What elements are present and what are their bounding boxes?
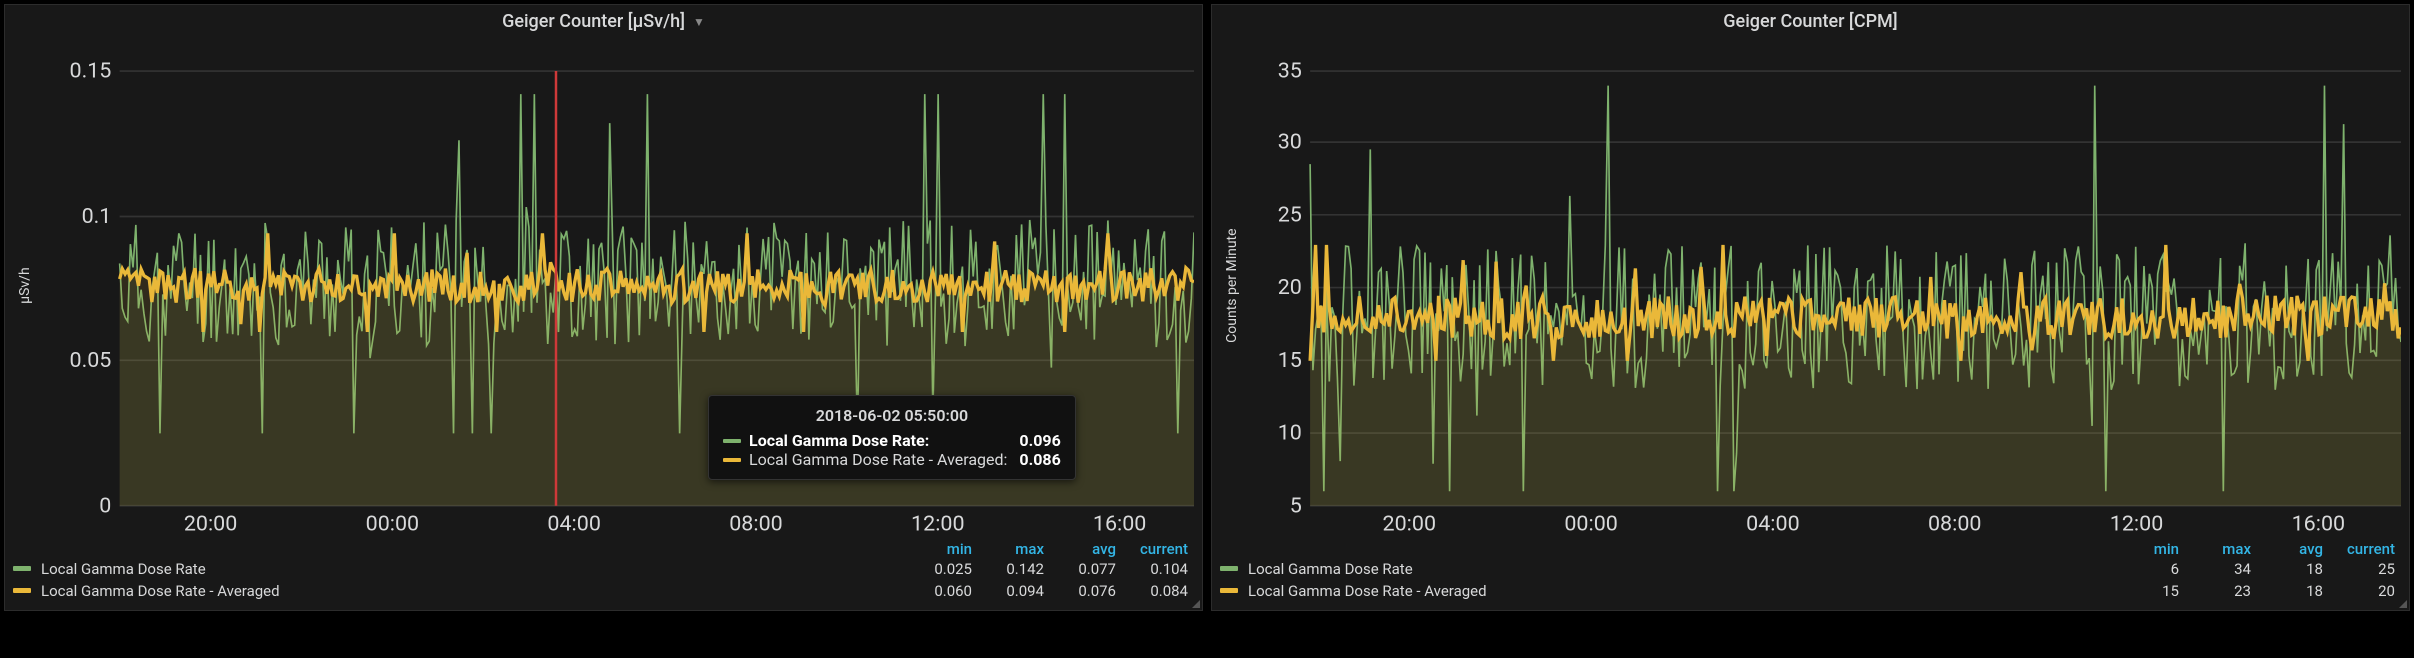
legend-row[interactable]: Local Gamma Dose Rate - Averaged 15 23 1… <box>1220 580 2401 602</box>
panel-title[interactable]: Geiger Counter [µSv/h] ▼ <box>13 11 1194 32</box>
chevron-down-icon[interactable]: ▼ <box>693 15 705 29</box>
legend-series-name: Local Gamma Dose Rate <box>41 560 206 578</box>
legend-col-avg[interactable]: avg <box>2257 540 2329 558</box>
legend-series-name: Local Gamma Dose Rate - Averaged <box>41 582 280 600</box>
legend-col-max[interactable]: max <box>2185 540 2257 558</box>
legend-header: min max avg current <box>1220 540 2401 558</box>
legend-series-name: Local Gamma Dose Rate - Averaged <box>1248 582 1487 600</box>
svg-text:20:00: 20:00 <box>184 512 237 534</box>
svg-text:16:00: 16:00 <box>2292 512 2345 534</box>
tooltip-timestamp: 2018-06-02 05:50:00 <box>723 406 1061 425</box>
y-axis-label: Counts per Minute <box>1220 38 1244 534</box>
svg-text:5: 5 <box>1290 493 1302 518</box>
svg-text:08:00: 08:00 <box>1928 512 1981 534</box>
legend-col-current[interactable]: current <box>2329 540 2401 558</box>
y-ticks: 35 30 25 20 15 10 5 <box>1278 59 1302 519</box>
legend-val: 6 <box>2113 560 2185 578</box>
svg-text:35: 35 <box>1278 59 1302 84</box>
swatch-icon <box>1220 566 1238 571</box>
legend-val: 18 <box>2257 582 2329 600</box>
svg-text:08:00: 08:00 <box>729 512 782 534</box>
legend-val: 0.076 <box>1050 582 1122 600</box>
resize-handle-icon[interactable] <box>2397 598 2407 608</box>
legend-col-avg[interactable]: avg <box>1050 540 1122 558</box>
hover-tooltip: 2018-06-02 05:50:00 Local Gamma Dose Rat… <box>708 395 1076 480</box>
panel-usv: Geiger Counter [µSv/h] ▼ µSv/h 0.15 0.1 … <box>4 4 1203 611</box>
swatch-icon <box>13 566 31 571</box>
svg-text:04:00: 04:00 <box>1746 512 1799 534</box>
legend-table: min max avg current Local Gamma Dose Rat… <box>13 540 1194 602</box>
tooltip-row: Local Gamma Dose Rate - Averaged: 0.086 <box>723 450 1061 469</box>
svg-text:10: 10 <box>1278 421 1302 446</box>
svg-text:12:00: 12:00 <box>911 512 964 534</box>
svg-text:20:00: 20:00 <box>1383 512 1436 534</box>
legend-val: 0.094 <box>978 582 1050 600</box>
svg-text:00:00: 00:00 <box>1564 512 1617 534</box>
y-ticks: 0.15 0.1 0.05 0 <box>70 59 112 519</box>
legend-val: 25 <box>2329 560 2401 578</box>
panel-cpm: Geiger Counter [CPM] Counts per Minute 3… <box>1211 4 2410 611</box>
legend-val: 0.025 <box>906 560 978 578</box>
chart-svg: 35 30 25 20 15 10 5 20:00 00:00 04:00 08… <box>1244 38 2401 534</box>
legend-val: 23 <box>2185 582 2257 600</box>
resize-handle-icon[interactable] <box>1190 598 1200 608</box>
svg-text:04:00: 04:00 <box>547 512 600 534</box>
legend-col-min[interactable]: min <box>906 540 978 558</box>
svg-text:0.1: 0.1 <box>82 204 112 229</box>
svg-text:0.15: 0.15 <box>70 59 112 84</box>
svg-text:15: 15 <box>1278 348 1302 373</box>
legend-val: 18 <box>2257 560 2329 578</box>
legend-col-current[interactable]: current <box>1122 540 1194 558</box>
chart-area[interactable]: 0.15 0.1 0.05 0 20:00 00:00 04:00 08:00 … <box>37 38 1194 534</box>
svg-text:30: 30 <box>1278 130 1302 155</box>
legend-row[interactable]: Local Gamma Dose Rate 6 34 18 25 <box>1220 558 2401 580</box>
legend-col-min[interactable]: min <box>2113 540 2185 558</box>
legend-val: 0.142 <box>978 560 1050 578</box>
swatch-icon <box>723 458 741 462</box>
y-axis-label: µSv/h <box>13 38 37 534</box>
legend-series-name: Local Gamma Dose Rate <box>1248 560 1413 578</box>
x-ticks: 20:00 00:00 04:00 08:00 12:00 16:00 <box>1383 512 2346 534</box>
svg-text:0.05: 0.05 <box>70 348 112 373</box>
legend-row[interactable]: Local Gamma Dose Rate 0.025 0.142 0.077 … <box>13 558 1194 580</box>
legend-header: min max avg current <box>13 540 1194 558</box>
x-ticks: 20:00 00:00 04:00 08:00 12:00 16:00 <box>184 512 1147 534</box>
legend-val: 15 <box>2113 582 2185 600</box>
panel-title-text: Geiger Counter [µSv/h] <box>502 11 685 32</box>
panel-title-text: Geiger Counter [CPM] <box>1723 11 1897 32</box>
swatch-icon <box>13 588 31 593</box>
svg-text:20: 20 <box>1278 275 1302 300</box>
svg-text:0: 0 <box>99 493 111 518</box>
legend-val: 34 <box>2185 560 2257 578</box>
svg-text:12:00: 12:00 <box>2110 512 2163 534</box>
legend-row[interactable]: Local Gamma Dose Rate - Averaged 0.060 0… <box>13 580 1194 602</box>
legend-col-max[interactable]: max <box>978 540 1050 558</box>
swatch-icon <box>723 439 741 443</box>
legend-val: 0.084 <box>1122 582 1194 600</box>
legend-val: 0.060 <box>906 582 978 600</box>
legend-val: 0.104 <box>1122 560 1194 578</box>
tooltip-row: Local Gamma Dose Rate: 0.096 <box>723 431 1061 450</box>
legend-val: 20 <box>2329 582 2401 600</box>
legend-val: 0.077 <box>1050 560 1122 578</box>
panel-title[interactable]: Geiger Counter [CPM] <box>1220 11 2401 32</box>
svg-text:16:00: 16:00 <box>1093 512 1146 534</box>
svg-text:00:00: 00:00 <box>366 512 419 534</box>
swatch-icon <box>1220 588 1238 593</box>
legend-table: min max avg current Local Gamma Dose Rat… <box>1220 540 2401 602</box>
chart-area[interactable]: 35 30 25 20 15 10 5 20:00 00:00 04:00 08… <box>1244 38 2401 534</box>
svg-text:25: 25 <box>1278 202 1302 227</box>
